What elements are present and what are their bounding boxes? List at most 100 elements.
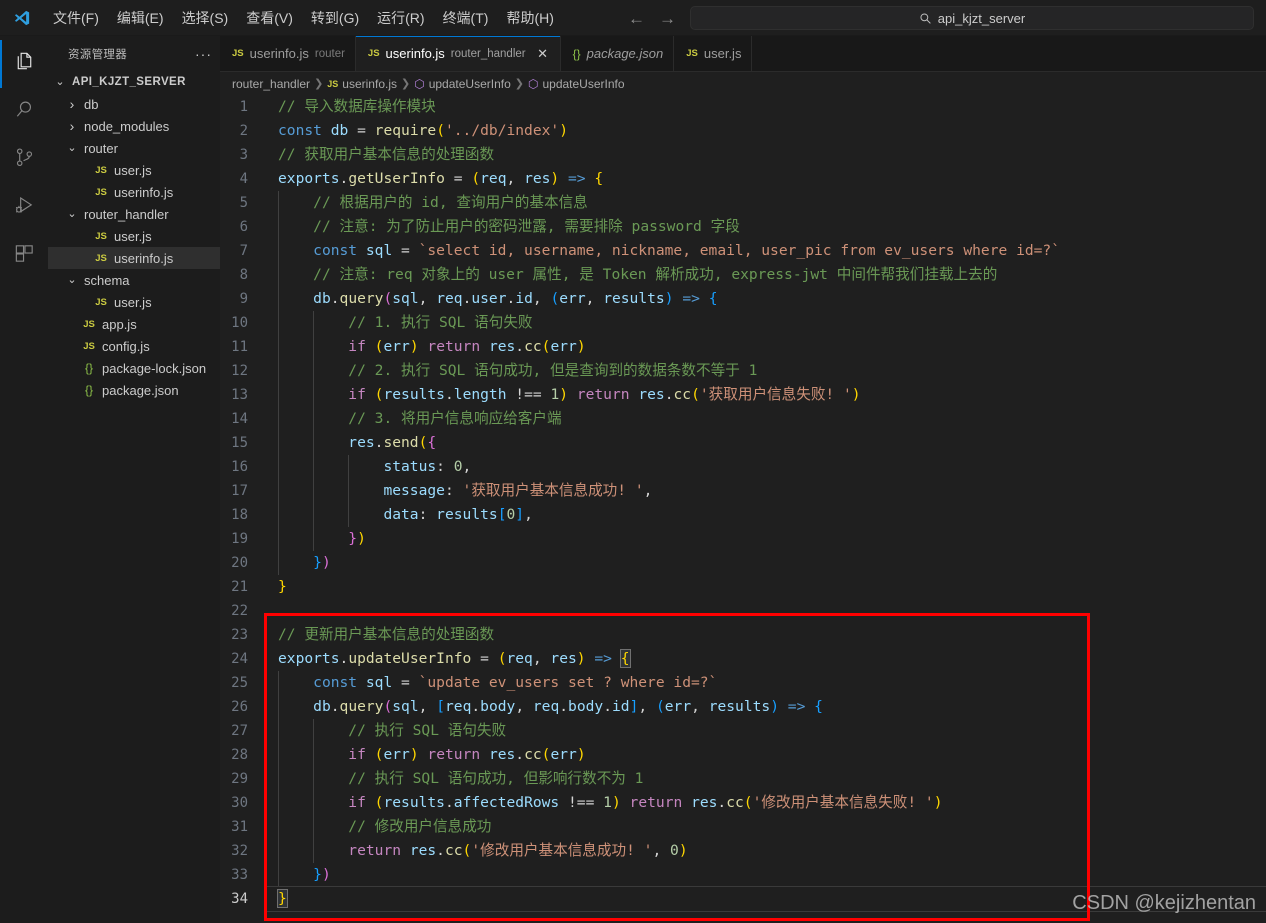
code-line-19[interactable]: 19 }) (220, 527, 1266, 551)
tab-close-icon[interactable]: ✕ (536, 46, 550, 62)
code-line-content: // 2. 执行 SQL 语句成功, 但是查询到的数据条数不等于 1 (266, 359, 1266, 383)
tree-item-router[interactable]: ⌄ router (48, 137, 220, 159)
tree-item-config-js[interactable]: JS config.js (48, 335, 220, 357)
code-line-10[interactable]: 10 // 1. 执行 SQL 语句失败 (220, 311, 1266, 335)
tree-item-user-js[interactable]: JS user.js (48, 225, 220, 247)
breadcrumb-item-3[interactable]: ⬡ updateUserInfo (528, 77, 625, 91)
code-line-3[interactable]: 3 // 获取用户基本信息的处理函数 (220, 143, 1266, 167)
code-line-1[interactable]: 1 // 导入数据库操作模块 (220, 95, 1266, 119)
code-token: sql (365, 242, 393, 259)
code-token: = (392, 242, 419, 259)
activity-source-control[interactable] (0, 136, 48, 184)
menu-help[interactable]: 帮助(H) (497, 4, 562, 32)
activity-search[interactable] (0, 88, 48, 136)
tree-item-app-js[interactable]: JS app.js (48, 313, 220, 335)
tab-label: userinfo.js (385, 46, 445, 61)
code-token: , (532, 290, 551, 307)
code-line-29[interactable]: 29 // 执行 SQL 语句成功, 但影响行数不为 1 (220, 767, 1266, 791)
breadcrumb-item-1[interactable]: JS userinfo.js (327, 77, 397, 91)
code-line-32[interactable]: 32 return res.cc('修改用户基本信息成功! ', 0) (220, 839, 1266, 863)
code-editor[interactable]: 1// 导入数据库操作模块 2 const db = require('../db/… (220, 95, 1266, 923)
code-line-13[interactable]: 13 if (results.length !== 1) return res.… (220, 383, 1266, 407)
tree-item-userinfo-js[interactable]: JS userinfo.js (48, 181, 220, 203)
tree-item-node-modules[interactable]: › node_modules (48, 115, 220, 137)
code-line-12[interactable]: 12 // 2. 执行 SQL 语句成功, 但是查询到的数据条数不等于 1 (220, 359, 1266, 383)
tree-item-user-js[interactable]: JS user.js (48, 159, 220, 181)
code-line-26[interactable]: 26 db.query(sql, [req.body, req.body.id]… (220, 695, 1266, 719)
tree-item-db[interactable]: › db (48, 93, 220, 115)
breadcrumb-item-0[interactable]: router_handler (232, 77, 310, 91)
code-line-20[interactable]: 20 }) (220, 551, 1266, 575)
tree-item-router-handler[interactable]: ⌄ router_handler (48, 203, 220, 225)
code-line-4[interactable]: 4 exports.getUserInfo = (req, res) => { (220, 167, 1266, 191)
tree-item-user-js[interactable]: JS user.js (48, 291, 220, 313)
breadcrumb: router_handler ❯ JS userinfo.js ❯ ⬡ updateUser… (220, 72, 1266, 95)
code-line-9[interactable]: 9 db.query(sql, req.user.id, (err, resul… (220, 287, 1266, 311)
breadcrumb-label: updateUserInfo (542, 76, 625, 91)
code-line-18[interactable]: 18 data: results[0], (220, 503, 1266, 527)
forward-arrow-icon[interactable]: → (659, 10, 676, 27)
code-line-17[interactable]: 17 message: '获取用户基本信息成功! ', (220, 479, 1266, 503)
code-line-15[interactable]: 15 res.send({ (220, 431, 1266, 455)
line-number: 10 (231, 315, 248, 331)
code-line-6[interactable]: 6 // 注意: 为了防止用户的密码泄露, 需要排除 password 字段 (220, 215, 1266, 239)
code-line-30[interactable]: 30 if (results.affectedRows !== 1) retur… (220, 791, 1266, 815)
code-line-27[interactable]: 27 // 执行 SQL 语句失败 (220, 719, 1266, 743)
code-line-7[interactable]: 7 const sql = `select id, username, nick… (220, 239, 1266, 263)
activity-run-debug[interactable] (0, 184, 48, 232)
code-token: res (550, 650, 577, 667)
code-token: // 更新用户基本信息的处理函数 (278, 626, 495, 643)
editor-tab-1[interactable]: JS userinfo.js router_handler ✕ (355, 36, 561, 71)
symbol-method-icon: ⬡ (414, 76, 425, 91)
code-token: // 根据用户的 id, 查询用户的基本信息 (313, 194, 588, 211)
menu-edit[interactable]: 编辑(E) (108, 4, 173, 32)
code-line-16[interactable]: 16 status: 0, (220, 455, 1266, 479)
menu-view[interactable]: 查看(V) (237, 4, 302, 32)
activity-extensions[interactable] (0, 232, 48, 280)
code-token: ( (743, 794, 753, 811)
menu-go[interactable]: 转到(G) (302, 4, 368, 32)
code-line-2[interactable]: 2 const db = require('../db/index') (220, 119, 1266, 143)
code-line-5[interactable]: 5 // 根据用户的 id, 查询用户的基本信息 (220, 191, 1266, 215)
code-line-23[interactable]: 23 // 更新用户基本信息的处理函数 (220, 623, 1266, 647)
code-line-21[interactable]: 21} (220, 575, 1266, 599)
code-token: , (638, 698, 656, 715)
code-line-22[interactable]: 22 (220, 599, 1266, 623)
tree-item-package-lock-json[interactable]: {} package-lock.json (48, 357, 220, 379)
code-token: updateUserInfo (348, 650, 472, 667)
editor-tab-2[interactable]: {} package.json (560, 36, 675, 71)
line-number: 18 (231, 507, 248, 523)
editor-tab-0[interactable]: JS userinfo.js router (220, 36, 356, 71)
menu-file[interactable]: 文件(F) (44, 4, 108, 32)
code-token: ) (409, 338, 419, 355)
command-center[interactable]: api_kjzt_server (690, 6, 1254, 30)
tree-item-userinfo-js[interactable]: JS userinfo.js (48, 247, 220, 269)
code-token: ) (357, 530, 366, 547)
code-line-24[interactable]: 24 exports.updateUserInfo = (req, res) =>… (220, 647, 1266, 671)
tree-item-schema[interactable]: ⌄ schema (48, 269, 220, 291)
code-line-25[interactable]: 25 const sql = `update ev_users set ? wh… (220, 671, 1266, 695)
code-line-31[interactable]: 31 // 修改用户信息成功 (220, 815, 1266, 839)
code-line-14[interactable]: 14 // 3. 将用户信息响应给客户端 (220, 407, 1266, 431)
more-actions-icon[interactable]: ··· (195, 46, 212, 62)
menu-selection[interactable]: 选择(S) (173, 4, 238, 32)
indent-guide (278, 311, 279, 335)
code-line-33[interactable]: 33 }) (220, 863, 1266, 887)
code-token: cc (726, 794, 744, 811)
tree-item-api-kjzt-server[interactable]: ⌄ API_KJZT_SERVER (48, 71, 220, 93)
breadcrumb-item-2[interactable]: ⬡ updateUserInfo (414, 77, 511, 91)
activity-explorer[interactable] (0, 40, 48, 88)
code-line-11[interactable]: 11 if (err) return res.cc(err) (220, 335, 1266, 359)
code-token: . (664, 386, 674, 403)
tree-item-package-json[interactable]: {} package.json (48, 379, 220, 401)
menu-terminal[interactable]: 终端(T) (434, 4, 498, 32)
menu-run[interactable]: 运行(R) (368, 4, 433, 32)
code-token: if (348, 794, 366, 811)
code-line-28[interactable]: 28 if (err) return res.cc(err) (220, 743, 1266, 767)
file-tree: ⌄ API_KJZT_SERVER › db › node_modules ⌄ router J… (48, 71, 220, 401)
code-line-8[interactable]: 8 // 注意: req 对象上的 user 属性, 是 Token 解析成功,… (220, 263, 1266, 287)
back-arrow-icon[interactable]: ← (628, 10, 645, 27)
code-line-content: }) (266, 527, 1266, 551)
editor-tab-3[interactable]: JS user.js (674, 36, 753, 71)
